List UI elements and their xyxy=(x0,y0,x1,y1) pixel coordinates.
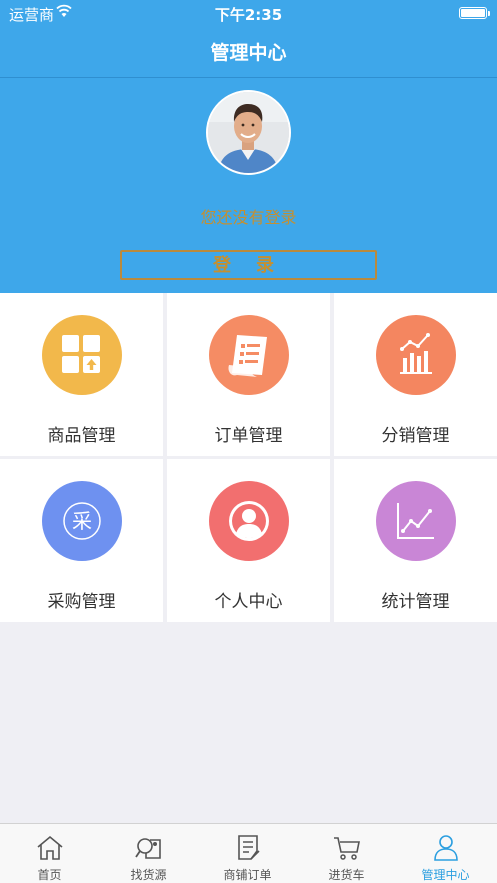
tab-label: 首页 xyxy=(37,868,62,882)
menu-order-management[interactable]: 订单管理 xyxy=(167,293,330,456)
battery-icon xyxy=(459,7,490,19)
user-icon xyxy=(434,835,458,861)
tab-label: 找货源 xyxy=(130,868,167,882)
management-grid: 商品管理 订单管理 分销管理 采 采购管理 个人中心 统计管理 xyxy=(0,293,497,622)
menu-label: 采购管理 xyxy=(47,592,116,612)
status-bar: 运营商 下午2:35 xyxy=(0,0,497,26)
profile-section: 您还没有登录 登 录 xyxy=(0,78,497,293)
order-icon xyxy=(209,315,289,395)
personal-icon xyxy=(209,481,289,561)
menu-label: 统计管理 xyxy=(381,592,450,612)
login-button[interactable]: 登 录 xyxy=(120,250,377,280)
goods-icon xyxy=(42,315,122,395)
menu-label: 商品管理 xyxy=(47,426,116,446)
menu-label: 分销管理 xyxy=(381,426,450,446)
avatar[interactable] xyxy=(206,90,291,175)
menu-purchase-management[interactable]: 采 采购管理 xyxy=(0,459,163,622)
tab-shop-order[interactable]: 商铺订单 xyxy=(198,824,297,883)
find-source-icon xyxy=(135,838,161,859)
login-hint: 您还没有登录 xyxy=(200,208,297,227)
menu-distribution-management[interactable]: 分销管理 xyxy=(334,293,497,456)
header: 运营商 下午2:35 管理中心 xyxy=(0,0,497,78)
tab-bar: 首页 找货源 商铺订单 进货车 管理中心 xyxy=(0,823,497,883)
tab-label: 商铺订单 xyxy=(223,868,272,882)
menu-label: 订单管理 xyxy=(214,426,283,446)
menu-goods-management[interactable]: 商品管理 xyxy=(0,293,163,456)
tab-find-source[interactable]: 找货源 xyxy=(99,824,198,883)
menu-statistics-management[interactable]: 统计管理 xyxy=(334,459,497,622)
tab-label: 进货车 xyxy=(328,868,365,882)
clock: 下午2:35 xyxy=(214,6,283,24)
shop-order-icon xyxy=(238,835,260,860)
tab-cart[interactable]: 进货车 xyxy=(297,824,396,883)
cart-icon xyxy=(334,837,360,860)
home-icon xyxy=(37,835,63,860)
purchase-icon: 采 xyxy=(42,481,122,561)
menu-label: 个人中心 xyxy=(214,592,283,612)
avatar-photo xyxy=(208,92,289,173)
distribution-icon xyxy=(376,315,456,395)
menu-personal-center[interactable]: 个人中心 xyxy=(167,459,330,622)
tab-home[interactable]: 首页 xyxy=(0,824,99,883)
svg-text:采: 采 xyxy=(72,509,92,533)
statistics-icon xyxy=(376,481,456,561)
tab-management-center[interactable]: 管理中心 xyxy=(396,824,495,883)
tab-label: 管理中心 xyxy=(421,868,470,882)
page-title: 管理中心 xyxy=(210,42,287,64)
